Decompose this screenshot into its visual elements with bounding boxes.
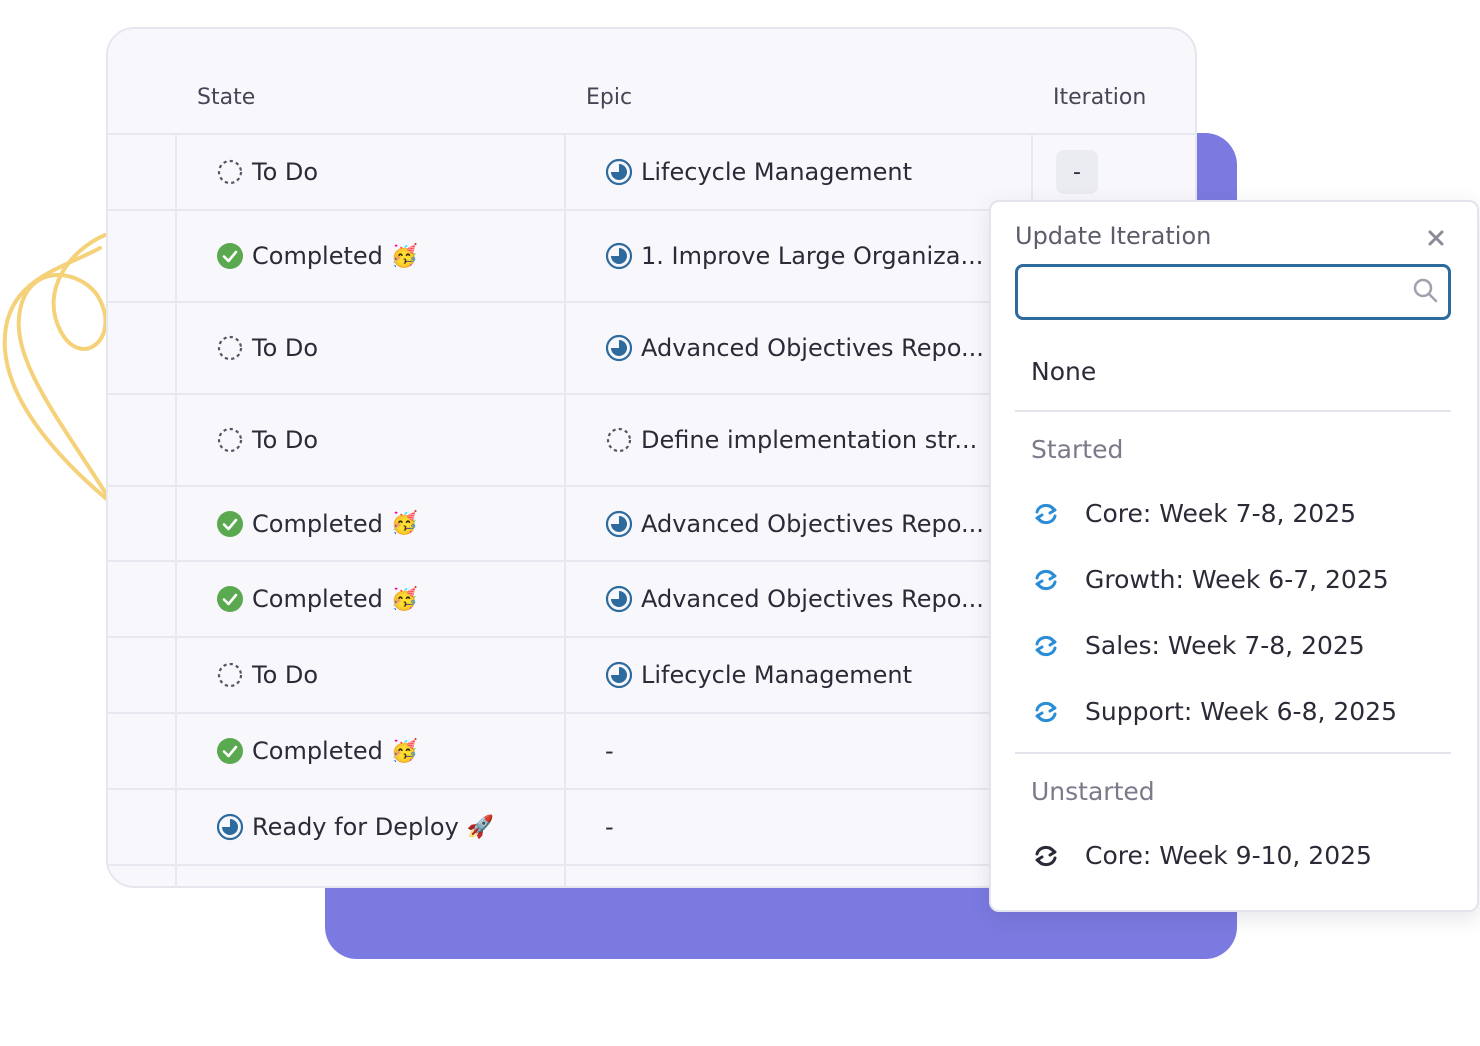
iteration-option-label: Sales: Week 7-8, 2025 [1085,631,1365,660]
iteration-search-input[interactable] [1015,264,1451,320]
state-label: Ready for Deploy [252,813,459,841]
state-cell[interactable]: Ready for Deploy 🚀 [216,813,494,841]
epic-cell[interactable]: Advanced Objectives Repo... [605,510,984,538]
state-cell[interactable]: To Do [216,334,318,362]
state-label: Completed [252,242,383,270]
in-progress-circle-icon [605,585,633,613]
state-label: Completed [252,585,383,613]
epic-cell[interactable]: - [605,813,614,841]
in-progress-circle-icon [605,661,633,689]
column-header-iteration[interactable]: Iteration [1053,85,1146,110]
state-cell[interactable]: To Do [216,426,318,454]
divider [1015,410,1451,412]
iteration-option[interactable]: Support: Week 6-8, 2025 [1031,697,1397,726]
in-progress-circle-icon [605,158,633,186]
state-cell[interactable]: Completed 🥳 [216,242,418,270]
check-circle-icon [216,585,244,613]
state-label: Completed [252,737,383,765]
check-circle-icon [216,737,244,765]
epic-label: Lifecycle Management [641,661,913,689]
todo-circle-icon [216,158,244,186]
epic-label: - [605,813,614,841]
iteration-cycle-icon [1031,633,1085,659]
epic-cell[interactable]: Lifecycle Management [605,158,912,186]
state-label: To Do [252,661,319,689]
epic-label: Lifecycle Management [641,158,913,186]
epic-cell[interactable]: - [605,737,614,765]
state-cell[interactable]: Completed 🥳 [216,585,418,613]
search-icon [1413,278,1438,303]
epic-label: Advanced Objectives Repo... [641,509,984,538]
state-label: Completed [252,509,383,538]
in-progress-circle-icon [605,510,633,538]
iteration-option[interactable]: Core: Week 7-8, 2025 [1031,499,1356,528]
iteration-option-label: Support: Week 6-8, 2025 [1085,697,1397,726]
iteration-option[interactable]: Growth: Week 6-7, 2025 [1031,565,1389,594]
state-emoji: 🥳 [390,586,419,612]
iteration-cycle-icon [1031,501,1085,527]
state-label: To Do [252,158,319,186]
state-emoji: 🥳 [390,738,419,764]
iteration-cycle-icon [1031,699,1085,725]
todo-circle-icon [216,426,244,454]
iteration-option-none[interactable]: None [1031,357,1096,386]
table-header: State Epic Iteration [108,29,1195,135]
in-progress-circle-icon [605,242,633,270]
check-circle-icon [216,242,244,270]
iteration-group-label: Started [1031,435,1124,464]
check-circle-icon [216,510,244,538]
iteration-group-label: Unstarted [1031,777,1155,806]
epic-label: Advanced Objectives Repo... [641,334,984,362]
epic-cell[interactable]: Advanced Objectives Repo... [605,585,984,613]
update-iteration-popup: Update Iteration None Started Core: Week … [989,200,1479,912]
epic-label: Advanced Objectives Repo... [641,585,984,613]
in-progress-circle-icon [605,334,633,362]
column-header-state[interactable]: State [197,85,255,110]
epic-cell[interactable]: 1. Improve Large Organiza... [605,242,983,270]
state-emoji: 🥳 [390,511,419,536]
epic-label: 1. Improve Large Organiza... [641,242,984,270]
iteration-option-label: Core: Week 9-10, 2025 [1085,841,1372,870]
iteration-cycle-icon [1031,567,1085,593]
column-header-epic[interactable]: Epic [586,85,632,110]
state-label: To Do [252,334,319,362]
epic-cell[interactable]: Lifecycle Management [605,661,912,689]
close-icon[interactable] [1424,226,1448,250]
in-progress-circle-icon [216,813,244,841]
todo-circle-icon [216,661,244,689]
iteration-selector[interactable]: - [1056,150,1098,194]
iteration-option-label: Growth: Week 6-7, 2025 [1085,565,1389,594]
epic-cell[interactable]: Advanced Objectives Repo... [605,334,984,362]
popup-title: Update Iteration [1015,222,1212,250]
epic-label: - [605,737,614,765]
state-cell[interactable]: To Do [216,158,318,186]
divider [1015,752,1451,754]
todo-circle-icon [216,334,244,362]
state-cell[interactable]: Completed 🥳 [216,737,418,765]
iteration-option[interactable]: Sales: Week 7-8, 2025 [1031,631,1365,660]
state-cell[interactable]: Completed 🥳 [216,510,418,538]
todo-circle-icon [605,426,633,454]
state-emoji: 🥳 [390,243,419,269]
state-cell[interactable]: To Do [216,661,318,689]
iteration-option-label: Core: Week 7-8, 2025 [1085,499,1357,528]
state-emoji: 🚀 [466,814,495,840]
state-label: To Do [252,426,319,454]
epic-cell[interactable]: Define implementation str... [605,426,977,454]
iteration-option[interactable]: Core: Week 9-10, 2025 [1031,841,1372,870]
iteration-cycle-icon [1031,843,1085,869]
epic-label: Define implementation str... [641,426,978,454]
